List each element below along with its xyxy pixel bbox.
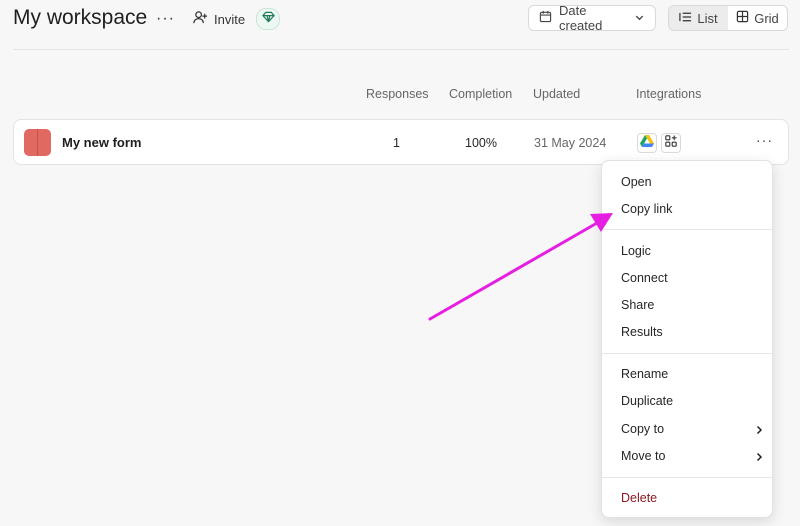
column-header-integrations: Integrations xyxy=(636,87,702,101)
completion-value: 100% xyxy=(465,136,497,150)
menu-item-move-to-label: Move to xyxy=(621,449,666,463)
menu-item-move-to[interactable]: Move to xyxy=(602,445,772,467)
menu-item-delete[interactable]: Delete xyxy=(602,487,772,509)
form-icon xyxy=(24,129,51,156)
menu-item-copy-to[interactable]: Copy to xyxy=(602,418,772,440)
calendar-icon xyxy=(539,10,552,26)
diamond-icon xyxy=(261,10,275,28)
sort-dropdown[interactable]: Date created xyxy=(528,3,656,33)
view-grid-button[interactable]: Grid xyxy=(728,6,787,30)
user-plus-icon xyxy=(193,10,208,28)
menu-item-results[interactable]: Results xyxy=(602,321,772,343)
column-header-completion[interactable]: Completion xyxy=(449,87,512,101)
menu-item-copy-link[interactable]: Copy link xyxy=(602,198,772,220)
workspace-header: My workspace ··· Invite Date created Lis… xyxy=(0,0,800,50)
view-toggle: List Grid xyxy=(668,5,788,31)
sort-label: Date created xyxy=(559,3,603,33)
workspace-more-button[interactable]: ··· xyxy=(156,10,175,28)
updated-value: 31 May 2024 xyxy=(534,136,607,150)
add-integration-button[interactable] xyxy=(661,133,681,153)
grid-icon xyxy=(736,10,749,26)
chevron-down-icon xyxy=(634,11,645,26)
menu-item-duplicate[interactable]: Duplicate xyxy=(602,390,772,412)
menu-item-share[interactable]: Share xyxy=(602,294,772,316)
chevron-right-icon xyxy=(754,424,764,438)
page-title: My workspace xyxy=(13,6,148,29)
responses-value: 1 xyxy=(393,136,400,150)
table-row[interactable]: My new form 1 100% 31 May 2024 ··· xyxy=(13,119,789,165)
menu-separator xyxy=(602,477,772,478)
header-divider xyxy=(13,49,789,50)
context-menu: Open Copy link Logic Connect Share Resul… xyxy=(601,160,773,518)
menu-separator xyxy=(602,353,772,354)
chevron-right-icon xyxy=(754,451,764,465)
menu-item-copy-to-label: Copy to xyxy=(621,422,665,436)
row-more-button[interactable]: ··· xyxy=(756,132,773,148)
invite-label: Invite xyxy=(214,11,246,27)
menu-item-rename[interactable]: Rename xyxy=(602,363,772,385)
column-header-responses[interactable]: Responses xyxy=(366,87,429,101)
form-name[interactable]: My new form xyxy=(62,135,141,150)
menu-item-open[interactable]: Open xyxy=(602,171,772,193)
annotation-arrow-line xyxy=(428,221,599,321)
upgrade-button[interactable] xyxy=(256,8,280,30)
menu-item-connect[interactable]: Connect xyxy=(602,267,772,289)
view-list-button[interactable]: List xyxy=(669,6,728,30)
view-list-label: List xyxy=(697,10,718,26)
invite-button[interactable]: Invite xyxy=(193,10,245,28)
list-icon xyxy=(679,11,692,26)
add-app-icon xyxy=(665,134,677,152)
google-drive-icon xyxy=(640,134,654,152)
menu-separator xyxy=(602,229,772,230)
column-header-updated[interactable]: Updated xyxy=(533,87,580,101)
google-drive-integration[interactable] xyxy=(637,133,657,153)
menu-item-logic[interactable]: Logic xyxy=(602,240,772,262)
view-grid-label: Grid xyxy=(754,10,779,26)
